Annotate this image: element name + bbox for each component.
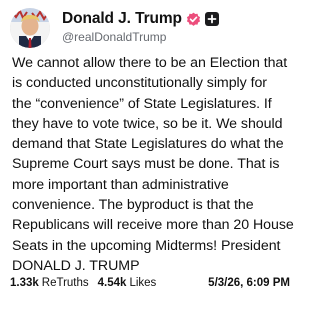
post-header: Donald J. Trump @realDonaldTrump: [10, 8, 290, 48]
add-follow-icon[interactable]: [204, 12, 219, 26]
post-line: We cannot allow there to be an Election …: [12, 55, 288, 71]
post-timestamp[interactable]: 5/3/26, 6:09 PM: [208, 277, 290, 289]
retruths-count: 1.33k: [10, 277, 39, 289]
likes-count: 4.54k: [97, 277, 127, 289]
post-line: the “convenience” of State Legislatures.…: [12, 95, 272, 112]
post-line: demand that State Legislatures do what t…: [12, 136, 284, 153]
post-line: Republicans will receive more than 20 Ho…: [12, 217, 294, 234]
post-line: Seats in the upcoming Midterms! Presiden…: [12, 237, 281, 254]
verified-badge-icon: [186, 12, 201, 27]
post-line: is conducted unconstitutionally simply f…: [12, 75, 267, 92]
post-line: more important than administrative: [12, 176, 229, 193]
post-line: convenience. The byproduct is that the: [12, 197, 254, 214]
post-body: We cannot allow there to be an Election …: [12, 53, 294, 276]
avatar[interactable]: [10, 8, 50, 48]
retruths-stat[interactable]: 1.33k ReTruths: [10, 277, 89, 289]
retruths-label: ReTruths: [41, 277, 89, 289]
post-line: DONALD J. TRUMP: [12, 257, 140, 274]
profile-photo-icon: [10, 8, 50, 48]
post-footer: 1.33k ReTruths 4.54k Likes 5/3/26, 6:09 PM: [10, 277, 290, 293]
user-handle[interactable]: @realDonaldTrump: [62, 30, 166, 44]
likes-label: Likes: [129, 277, 157, 289]
engagement-stats: 1.33k ReTruths 4.54k Likes: [10, 277, 156, 289]
display-name[interactable]: Donald J. Trump: [62, 10, 182, 28]
truth-post: Donald J. Trump @realDonaldTrump We cann…: [0, 0, 300, 321]
name-row: Donald J. Trump: [62, 10, 219, 28]
post-line: Supreme Court says must be done. That is: [12, 156, 280, 173]
post-line: they have to vote twice, so be it. We sh…: [12, 115, 283, 132]
likes-stat[interactable]: 4.54k Likes: [98, 277, 157, 289]
